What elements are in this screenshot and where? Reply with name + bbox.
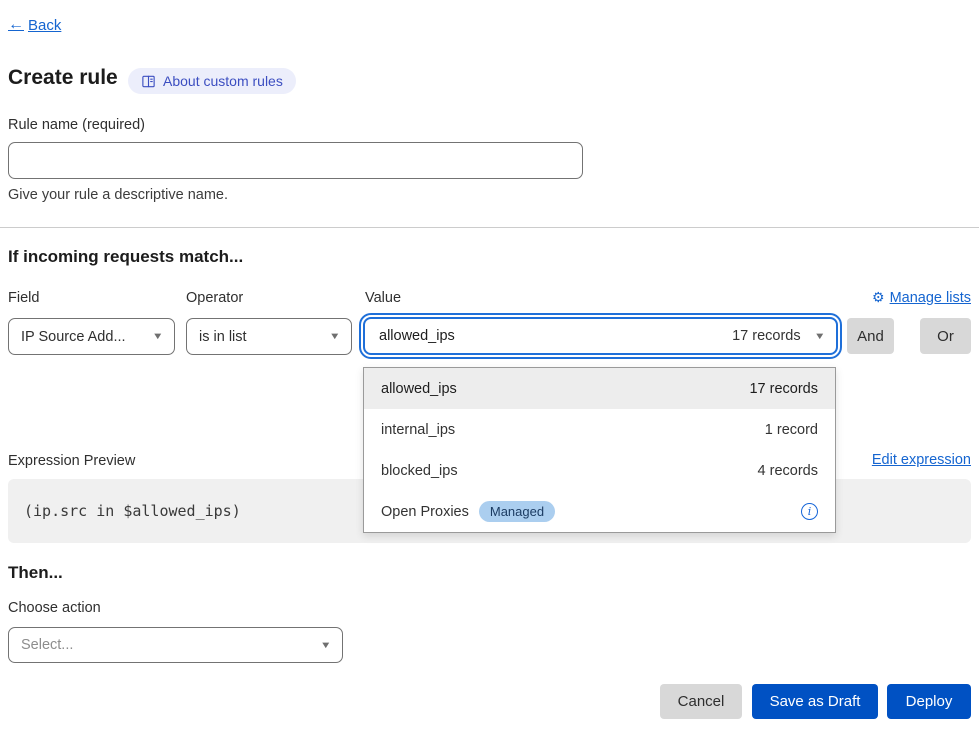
expression-code: (ip.src in $allowed_ips) bbox=[24, 502, 241, 520]
field-column-label: Field bbox=[8, 290, 39, 306]
section-divider bbox=[0, 227, 979, 228]
back-link-label: Back bbox=[28, 17, 61, 34]
operator-select-value: is in list bbox=[199, 329, 247, 345]
value-column-label: Value bbox=[365, 290, 401, 306]
rule-name-helper: Give your rule a descriptive name. bbox=[8, 187, 228, 203]
and-button[interactable]: And bbox=[847, 318, 894, 354]
list-option-internal-ips[interactable]: internal_ips 1 record bbox=[364, 409, 835, 450]
chevron-down-icon: ▼ bbox=[813, 331, 825, 342]
rule-name-input[interactable] bbox=[8, 142, 583, 179]
book-icon bbox=[141, 74, 156, 89]
info-icon[interactable]: i bbox=[801, 503, 818, 520]
list-option-records: 1 record bbox=[765, 422, 818, 438]
match-section-heading: If incoming requests match... bbox=[8, 247, 243, 267]
value-select[interactable]: allowed_ips 17 records ▼ bbox=[363, 317, 838, 355]
list-option-allowed-ips[interactable]: allowed_ips 17 records bbox=[364, 368, 835, 409]
field-select[interactable]: IP Source Add... ▼ bbox=[8, 318, 175, 355]
value-dropdown-panel: allowed_ips 17 records internal_ips 1 re… bbox=[363, 367, 836, 533]
list-option-records: 4 records bbox=[758, 463, 818, 479]
manage-lists-link[interactable]: ⚙ Manage lists bbox=[872, 289, 971, 306]
action-select[interactable]: Select... ▼ bbox=[8, 627, 343, 663]
list-option-records: 17 records bbox=[749, 381, 818, 397]
value-select-records: 17 records bbox=[732, 328, 801, 344]
cancel-button[interactable]: Cancel bbox=[660, 684, 742, 719]
edit-expression-link[interactable]: Edit expression bbox=[872, 452, 971, 468]
choose-action-label: Choose action bbox=[8, 600, 101, 616]
list-option-name: allowed_ips bbox=[381, 381, 457, 397]
page-title: Create rule bbox=[8, 66, 118, 90]
gear-icon: ⚙ bbox=[872, 289, 885, 306]
arrow-left-icon: ← bbox=[8, 16, 24, 34]
or-button[interactable]: Or bbox=[920, 318, 971, 354]
list-option-name: blocked_ips bbox=[381, 463, 458, 479]
operator-select[interactable]: is in list ▼ bbox=[186, 318, 352, 355]
deploy-button[interactable]: Deploy bbox=[887, 684, 971, 719]
about-custom-rules-label: About custom rules bbox=[163, 73, 283, 89]
about-custom-rules-link[interactable]: About custom rules bbox=[128, 68, 296, 94]
field-select-value: IP Source Add... bbox=[21, 329, 126, 345]
manage-lists-label: Manage lists bbox=[890, 290, 971, 306]
then-section-heading: Then... bbox=[8, 563, 63, 583]
chevron-down-icon: ▼ bbox=[328, 331, 340, 342]
save-as-draft-button[interactable]: Save as Draft bbox=[752, 684, 878, 719]
chevron-down-icon: ▼ bbox=[319, 640, 331, 651]
managed-badge: Managed bbox=[479, 501, 555, 522]
back-link[interactable]: ←Back bbox=[8, 16, 61, 34]
operator-column-label: Operator bbox=[186, 290, 243, 306]
expression-preview-label: Expression Preview bbox=[8, 453, 135, 469]
value-select-value: allowed_ips bbox=[379, 328, 455, 344]
list-option-name: internal_ips bbox=[381, 422, 455, 438]
list-option-blocked-ips[interactable]: blocked_ips 4 records bbox=[364, 450, 835, 491]
chevron-down-icon: ▼ bbox=[151, 331, 163, 342]
action-select-placeholder: Select... bbox=[21, 637, 73, 653]
rule-name-label: Rule name (required) bbox=[8, 117, 145, 133]
list-option-name: Open Proxies bbox=[381, 504, 469, 520]
list-option-open-proxies[interactable]: Open Proxies Managed i bbox=[364, 491, 835, 532]
